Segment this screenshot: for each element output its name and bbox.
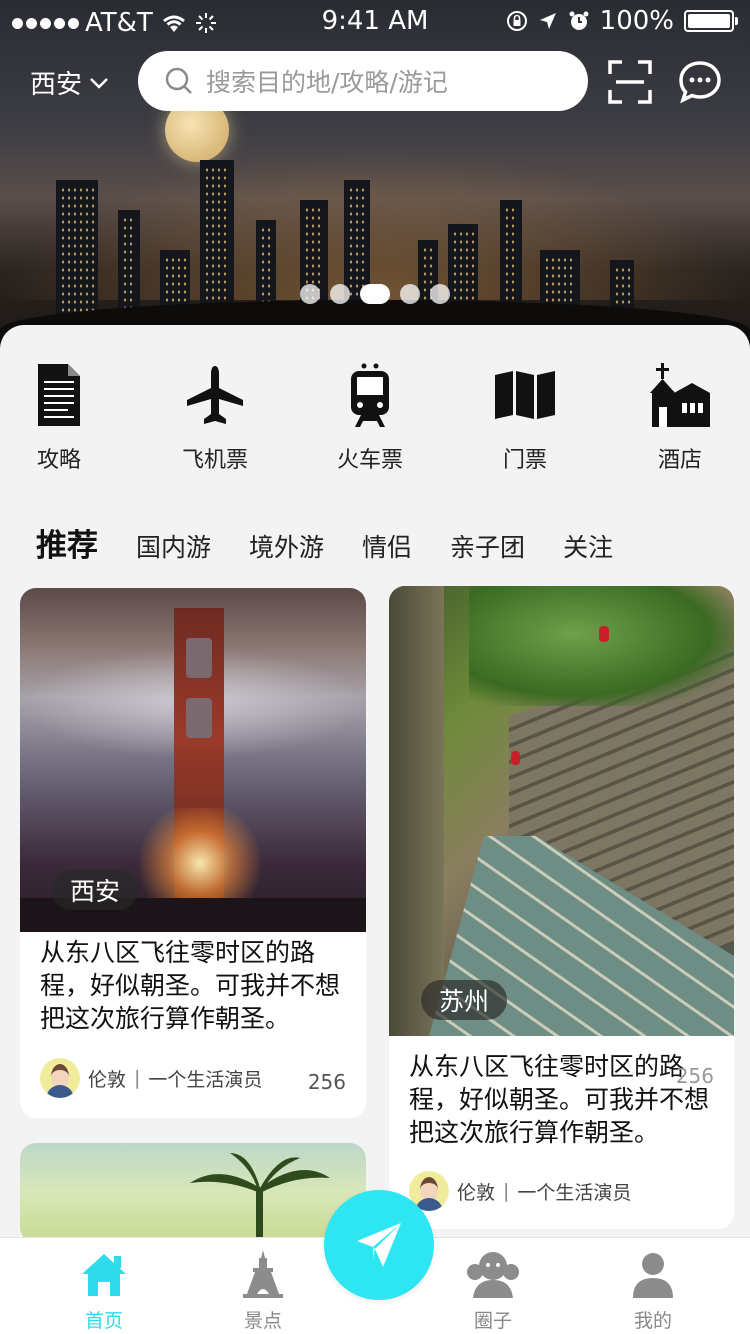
publish-fab[interactable] bbox=[324, 1190, 434, 1300]
status-bar: AT&T 9:41 AM 100% bbox=[0, 0, 750, 40]
city-glow bbox=[0, 150, 750, 300]
pager-dot-active[interactable] bbox=[360, 284, 390, 304]
search-placeholder: 搜索目的地/攻略/游记 bbox=[206, 68, 448, 97]
nav-me[interactable]: 我的 bbox=[603, 1250, 703, 1333]
like-count: 256 bbox=[675, 1064, 714, 1088]
quick-action-label: 门票 bbox=[502, 448, 547, 473]
card-author[interactable]: 伦敦 | 一个生活演员 bbox=[409, 1171, 631, 1211]
search-icon bbox=[165, 67, 192, 94]
guide-document-icon bbox=[38, 364, 80, 426]
category-tabs: 推荐 国内游 境外游 情侣 亲子团 关注 bbox=[36, 520, 651, 565]
card-author[interactable]: 伦敦 | 一个生活演员 bbox=[40, 1058, 262, 1098]
feed-card[interactable]: 苏州 从东八区飞往零时区的路程，好似朝圣。可我并不想把这次旅行算作朝圣。 伦敦 … bbox=[389, 586, 734, 1229]
tab-abroad[interactable]: 境外游 bbox=[249, 528, 324, 564]
city-label: 西安 bbox=[30, 70, 83, 100]
banner-pager[interactable] bbox=[0, 284, 750, 304]
map-ticket-icon bbox=[495, 371, 555, 419]
like-count: 256 bbox=[307, 1070, 346, 1094]
nav-home[interactable]: 首页 bbox=[54, 1250, 154, 1333]
pager-dot[interactable] bbox=[300, 284, 320, 304]
quick-action-hotel[interactable]: 酒店 bbox=[625, 362, 735, 474]
chevron-down-icon bbox=[90, 77, 108, 89]
city-selector[interactable]: 西安 bbox=[30, 64, 110, 101]
author-role: 一个生活演员 bbox=[148, 1068, 263, 1091]
user-icon bbox=[633, 1253, 673, 1298]
alarm-icon bbox=[569, 11, 589, 30]
tab-couples[interactable]: 情侣 bbox=[362, 528, 412, 564]
quick-action-label: 飞机票 bbox=[181, 448, 248, 473]
tower-icon bbox=[243, 1250, 283, 1298]
feed-card[interactable]: 西安 从东八区飞往零时区的路程，好似朝圣。可我并不想把这次旅行算作朝圣。 伦敦 … bbox=[20, 588, 366, 1118]
nav-label: 我的 bbox=[633, 1310, 672, 1332]
scan-icon[interactable] bbox=[608, 60, 652, 104]
author-separator: | bbox=[503, 1180, 510, 1202]
city-tag: 西安 bbox=[52, 870, 139, 910]
paper-plane-icon bbox=[357, 1223, 401, 1267]
feed-card[interactable] bbox=[20, 1143, 366, 1243]
tab-family[interactable]: 亲子团 bbox=[450, 528, 525, 564]
quick-action-label: 酒店 bbox=[657, 448, 702, 473]
quick-action-train[interactable]: 火车票 bbox=[315, 362, 425, 474]
quick-action-flight[interactable]: 飞机票 bbox=[160, 362, 270, 474]
author-name: 伦敦 bbox=[457, 1181, 496, 1204]
author-separator: | bbox=[134, 1067, 141, 1089]
battery-icon bbox=[684, 10, 738, 32]
tab-domestic[interactable]: 国内游 bbox=[136, 528, 211, 564]
card-photo-alley: 苏州 bbox=[389, 586, 734, 1036]
train-icon bbox=[351, 363, 389, 427]
avatar bbox=[40, 1058, 80, 1098]
author-name: 伦敦 bbox=[88, 1068, 127, 1091]
search-bar[interactable]: 搜索目的地/攻略/游记 bbox=[138, 51, 588, 111]
quick-actions: 攻略 飞机票 火车票 门票 酒店 bbox=[0, 362, 750, 474]
city-tag: 苏州 bbox=[421, 980, 508, 1020]
battery-percent: 100% bbox=[599, 6, 674, 36]
tab-recommend[interactable]: 推荐 bbox=[36, 520, 98, 565]
message-icon[interactable] bbox=[678, 60, 722, 104]
pager-dot[interactable] bbox=[330, 284, 350, 304]
nav-label: 圈子 bbox=[473, 1310, 512, 1332]
card-photo-palm bbox=[20, 1143, 366, 1243]
pager-dot[interactable] bbox=[430, 284, 450, 304]
nav-label: 景点 bbox=[243, 1310, 282, 1332]
quick-action-label: 攻略 bbox=[36, 448, 81, 473]
tab-following[interactable]: 关注 bbox=[563, 528, 613, 564]
card-photo-bridge: 西安 bbox=[20, 588, 366, 932]
quick-action-ticket[interactable]: 门票 bbox=[470, 362, 580, 474]
airplane-icon bbox=[187, 366, 243, 424]
author-role: 一个生活演员 bbox=[517, 1181, 632, 1204]
quick-action-label: 火车票 bbox=[336, 448, 403, 473]
card-text: 从东八区飞往零时区的路程，好似朝圣。可我并不想把这次旅行算作朝圣。 bbox=[40, 938, 341, 1033]
nav-circle[interactable]: 圈子 bbox=[443, 1250, 543, 1333]
nav-label: 首页 bbox=[84, 1310, 123, 1332]
quick-action-guide[interactable]: 攻略 bbox=[4, 362, 114, 474]
pager-dot[interactable] bbox=[400, 284, 420, 304]
palm-tree-image bbox=[190, 1153, 330, 1243]
location-icon bbox=[539, 13, 556, 29]
rotation-lock-icon bbox=[506, 11, 527, 31]
nav-attractions[interactable]: 景点 bbox=[213, 1250, 313, 1333]
hotel-church-icon bbox=[650, 363, 710, 427]
home-icon bbox=[82, 1254, 126, 1296]
group-icon bbox=[467, 1252, 519, 1298]
